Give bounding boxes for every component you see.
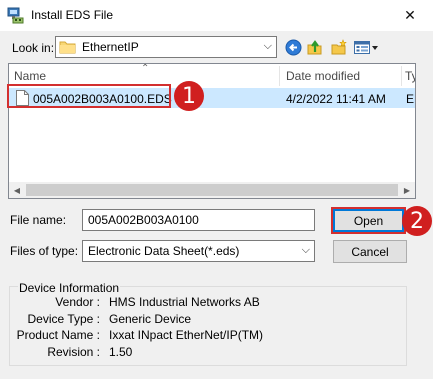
file-name-label: File name: — [10, 213, 67, 227]
chevron-down-icon: ⌵ — [301, 244, 310, 256]
close-icon: ✕ — [404, 7, 416, 23]
window-title: Install EDS File — [31, 8, 114, 22]
device-info-key: Product Name : — [16, 328, 100, 342]
file-date-modified: 4/2/2022 11:41 AM — [286, 92, 386, 106]
device-info-key: Device Type : — [27, 312, 100, 326]
device-info-group: Vendor : HMS Industrial Networks AB Devi… — [9, 286, 407, 366]
column-header-date-modified[interactable]: Date modified — [286, 69, 360, 83]
look-in-dropdown[interactable]: EthernetIP ⌵ — [55, 36, 277, 58]
close-button[interactable]: ✕ — [387, 0, 433, 31]
back-button[interactable] — [284, 37, 302, 57]
step-badge-1: 1 — [174, 81, 204, 111]
file-type-dropdown[interactable]: Electronic Data Sheet(*.eds) ⌵ — [82, 240, 315, 262]
new-folder-icon — [331, 38, 347, 54]
device-info-value: 1.50 — [109, 345, 133, 359]
file-type: ED — [406, 92, 415, 106]
device-info-row: Device Type : Generic Device — [20, 312, 410, 328]
file-type-value: Electronic Data Sheet(*.eds) — [88, 244, 240, 258]
install-eds-dialog: Install EDS File ✕ Look in: EthernetIP ⌵ — [0, 0, 433, 379]
up-folder-icon — [307, 39, 321, 54]
device-info-key: Vendor : — [55, 295, 100, 309]
highlight-box-open — [331, 207, 406, 234]
device-info-row: Revision : 1.50 — [20, 345, 410, 361]
cancel-button[interactable]: Cancel — [333, 240, 407, 263]
file-type-label: Files of type: — [10, 244, 79, 258]
device-info-row: Vendor : HMS Industrial Networks AB — [20, 295, 410, 311]
title-bar[interactable]: Install EDS File ✕ — [0, 0, 433, 31]
column-header-type[interactable]: Ty — [405, 69, 415, 83]
scroll-right-icon[interactable]: ▶ — [399, 182, 415, 198]
device-info-key: Revision : — [47, 345, 100, 359]
back-arrow-icon — [285, 39, 301, 55]
device-info-value: Ixxat INpact EtherNet/IP(TM) — [109, 328, 264, 342]
step-badge-2: 2 — [402, 206, 432, 236]
look-in-label: Look in: — [12, 41, 55, 55]
scroll-left-icon[interactable]: ◀ — [9, 182, 25, 198]
device-info-value: HMS Industrial Networks AB — [109, 295, 260, 309]
folder-icon — [59, 41, 76, 54]
network-device-icon — [7, 7, 24, 24]
highlight-box-file — [7, 84, 171, 108]
view-menu-icon — [354, 40, 378, 54]
column-divider[interactable] — [401, 66, 402, 86]
horizontal-scrollbar[interactable]: ◀ ▶ — [9, 182, 415, 198]
view-menu-button[interactable] — [352, 37, 380, 57]
scrollbar-thumb[interactable] — [26, 184, 398, 196]
column-header-name[interactable]: Name — [14, 69, 46, 83]
column-divider[interactable] — [279, 66, 280, 86]
device-info-row: Product Name : Ixxat INpact EtherNet/IP(… — [16, 328, 410, 344]
chevron-down-icon: ⌵ — [263, 40, 272, 52]
sort-up-icon: ⌃ — [141, 63, 150, 74]
up-folder-button[interactable] — [305, 37, 323, 57]
device-info-title: Device Information — [18, 281, 121, 295]
device-info-value: Generic Device — [109, 312, 192, 326]
file-name-input[interactable]: 005A002B003A0100 — [82, 209, 315, 231]
look-in-value: EthernetIP — [82, 40, 139, 54]
new-folder-button[interactable] — [329, 37, 349, 57]
